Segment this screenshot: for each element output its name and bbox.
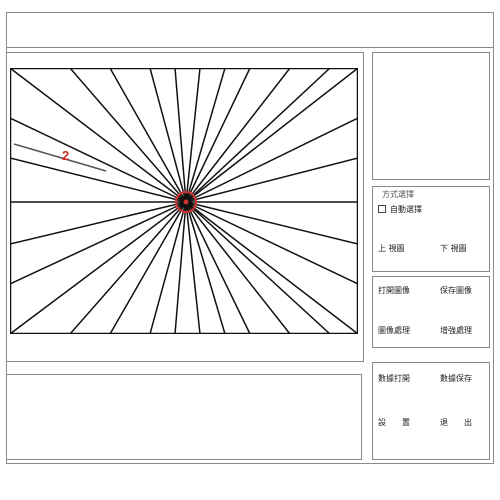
upper-view-option[interactable]: 上 視圖: [378, 244, 405, 254]
settings-char-1[interactable]: 設: [378, 418, 386, 428]
exit-char-1[interactable]: 退: [440, 418, 448, 428]
enhance-button[interactable]: 增強處理: [440, 326, 472, 336]
options-group-title: 方式選擇: [382, 190, 414, 199]
log-panel: [6, 374, 362, 460]
data-open-button[interactable]: 數據打開: [378, 374, 410, 384]
image-process-button[interactable]: 圖像處理: [378, 326, 410, 336]
marker-label: 2: [62, 148, 69, 163]
open-image-button[interactable]: 打開圖像: [378, 286, 410, 296]
auto-select-checkbox[interactable]: [378, 205, 386, 213]
lower-view-option[interactable]: 下 視圖: [440, 244, 467, 254]
preview-panel: [372, 52, 490, 180]
image-canvas[interactable]: 2: [10, 68, 358, 334]
auto-select-label: 自動選擇: [390, 205, 422, 214]
save-image-button[interactable]: 保存圖像: [440, 286, 472, 296]
center-dot-icon: [183, 199, 189, 205]
title-bar: [6, 12, 494, 48]
data-save-button[interactable]: 數據保存: [440, 374, 472, 384]
settings-char-2[interactable]: 置: [402, 418, 410, 428]
exit-char-2[interactable]: 出: [464, 418, 472, 428]
